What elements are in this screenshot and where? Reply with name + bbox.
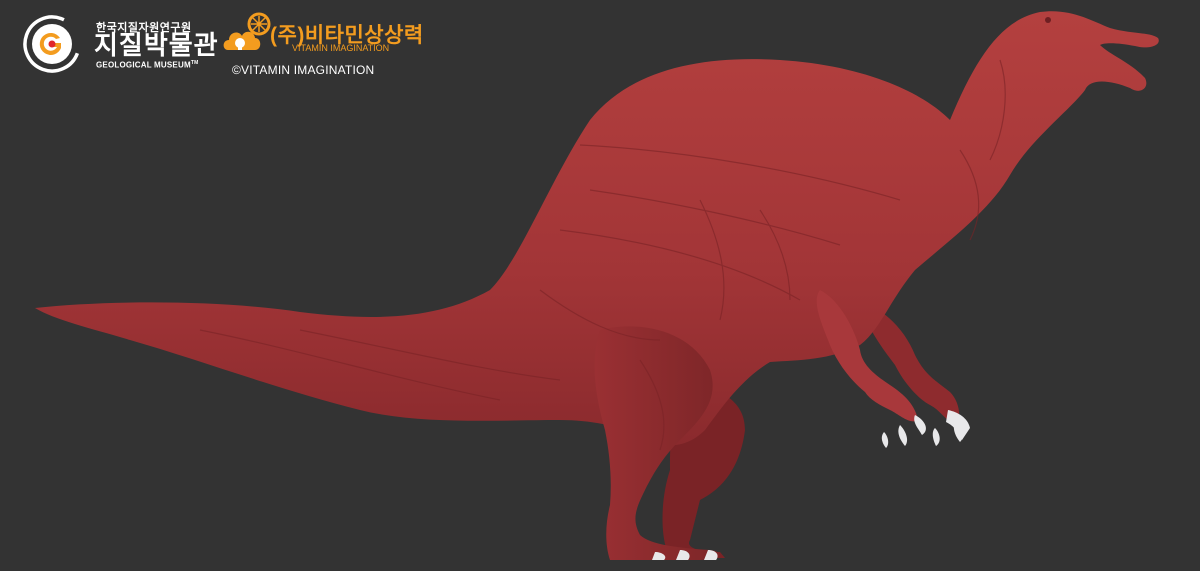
eye [1045,17,1051,23]
dinosaur-muscle-model [35,11,1159,560]
